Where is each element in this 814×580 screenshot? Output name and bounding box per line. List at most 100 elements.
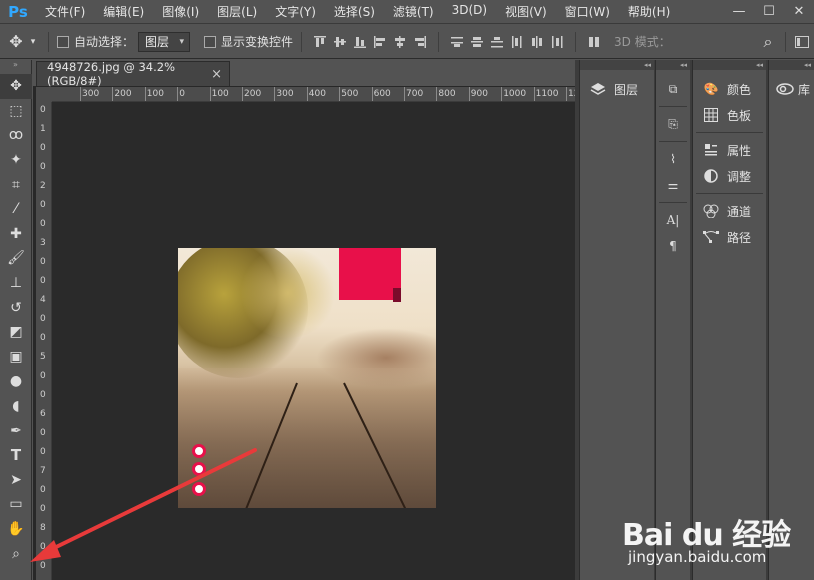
ruler-tick-label: 6: [40, 409, 46, 419]
menu-item[interactable]: 选择(S): [325, 3, 384, 20]
menu-item[interactable]: 窗口(W): [556, 3, 619, 20]
search-icon[interactable]: ⌕: [755, 32, 781, 52]
creative-cloud-icon: [775, 79, 795, 99]
collapse-icon[interactable]: ◂◂: [656, 60, 690, 70]
healing-brush-tool-icon[interactable]: ✚: [0, 222, 32, 247]
distribute-hcenter-icon[interactable]: [527, 32, 547, 52]
distribute-bottom-icon[interactable]: [487, 32, 507, 52]
gradient-tool-icon[interactable]: ▣: [0, 345, 32, 370]
image-wooden-board: [178, 368, 436, 508]
panel-button-channels[interactable]: 通道: [693, 198, 766, 224]
dodge-tool-icon[interactable]: ◖: [0, 394, 32, 419]
ruler-corner[interactable]: [36, 87, 52, 102]
move-tool-icon[interactable]: ✥: [0, 74, 32, 99]
collapse-icon[interactable]: ◂◂: [580, 60, 654, 70]
ruler-tick-label: 100: [146, 89, 164, 99]
ruler-tick-label: 0: [40, 447, 46, 457]
brush-settings-icon[interactable]: ⌇: [656, 146, 690, 172]
menu-bar: Ps 文件(F) 编辑(E) 图像(I) 图层(L) 文字(Y) 选择(S) 滤镜(T) 3D…: [0, 0, 814, 24]
distribute-vcenter-icon[interactable]: [467, 32, 487, 52]
panel-button-layers[interactable]: 图层: [580, 76, 654, 102]
auto-align-icon[interactable]: [584, 32, 604, 52]
clone-source-icon[interactable]: ⚌: [656, 172, 690, 198]
menu-item[interactable]: 文件(F): [36, 3, 94, 20]
close-icon[interactable]: ×: [211, 67, 222, 82]
brush-tool-icon[interactable]: 🖌: [0, 246, 32, 271]
hand-tool-icon[interactable]: ✋: [0, 517, 32, 542]
align-hcenter-icon[interactable]: [390, 32, 410, 52]
vertical-ruler[interactable]: 0 1 0 0 2 0 0 3 0 0 4 0 0 5 0 0 6 0 0 7 0 0 8 0 0: [36, 102, 52, 580]
align-left-icon[interactable]: [370, 32, 390, 52]
minimize-button[interactable]: —: [724, 0, 754, 24]
panel-button-color[interactable]: 🎨 颜色: [693, 76, 766, 102]
clone-stamp-tool-icon[interactable]: ⊥: [0, 271, 32, 296]
panel-button-swatches[interactable]: 色板: [693, 102, 766, 128]
panel-button-paths[interactable]: 路径: [693, 224, 766, 250]
auto-select-checkbox[interactable]: [57, 35, 69, 48]
align-top-icon[interactable]: [310, 32, 330, 52]
align-right-icon[interactable]: [410, 32, 430, 52]
menu-item[interactable]: 图层(L): [208, 3, 266, 20]
distribute-right-icon[interactable]: [547, 32, 567, 52]
magic-wand-tool-icon[interactable]: ✦: [0, 148, 32, 173]
menu-item[interactable]: 图像(I): [153, 3, 208, 20]
divider: [438, 31, 440, 52]
lasso-tool-icon[interactable]: ꝏ: [0, 123, 32, 148]
adjustments-icon: [701, 166, 721, 186]
palette-icon: 🎨: [703, 82, 719, 96]
rectangle-tool-icon[interactable]: ▭: [0, 492, 32, 517]
align-bottom-icon[interactable]: [350, 32, 370, 52]
panel-label: 通道: [727, 204, 752, 219]
history-brush-tool-icon[interactable]: ↺: [0, 295, 32, 320]
paragraph-icon[interactable]: ¶: [656, 233, 690, 259]
collapse-icon[interactable]: »: [0, 60, 31, 74]
zoom-tool-icon[interactable]: ⌕: [0, 541, 32, 566]
show-transform-label: 显示变换控件: [221, 35, 294, 49]
chevron-down-icon[interactable]: ▾: [26, 37, 40, 47]
marquee-tool-icon[interactable]: ⬚: [0, 99, 32, 124]
panel-button-adjustments[interactable]: 调整: [693, 163, 766, 189]
type-tool-icon[interactable]: T: [0, 443, 32, 468]
path-selection-tool-icon[interactable]: ➤: [0, 468, 32, 493]
collapse-icon[interactable]: ◂◂: [769, 60, 814, 70]
workspace-icon[interactable]: [790, 35, 814, 48]
panel-label: 色板: [727, 108, 752, 123]
eyedropper-tool-icon[interactable]: ⁄: [0, 197, 32, 222]
3d-mode-label: 3D 模式：: [614, 35, 671, 49]
blur-tool-icon[interactable]: ●: [0, 369, 32, 394]
brush-presets-icon[interactable]: ⎘: [656, 111, 690, 137]
divider: [696, 132, 763, 133]
document-tab[interactable]: 4948726.jpg @ 34.2%(RGB/8#) ×: [36, 60, 230, 88]
menu-item[interactable]: 滤镜(T): [384, 3, 443, 20]
close-button[interactable]: ✕: [784, 0, 814, 24]
crop-tool-icon[interactable]: ⌗: [0, 172, 32, 197]
pen-tool-icon[interactable]: ✒: [0, 418, 32, 443]
menu-item[interactable]: 帮助(H): [619, 3, 679, 20]
distribute-top-icon[interactable]: [447, 32, 467, 52]
step-marker-circle: [192, 482, 206, 496]
panel-label: 属性: [727, 143, 752, 158]
menu-items: 文件(F) 编辑(E) 图像(I) 图层(L) 文字(Y) 选择(S) 滤镜(T) 3D(D)…: [36, 3, 679, 20]
ruler-tick-mark: [112, 87, 114, 101]
align-vcenter-icon[interactable]: [330, 32, 350, 52]
auto-select-dropdown[interactable]: 图层 ▾: [138, 31, 191, 52]
document-image[interactable]: [178, 248, 436, 508]
ruler-tick-label: 0: [40, 200, 46, 210]
menu-item[interactable]: 视图(V): [496, 3, 556, 20]
character-icon[interactable]: A|: [656, 207, 690, 233]
history-icon[interactable]: ⧉: [656, 76, 690, 102]
ruler-tick-label: 0: [179, 89, 185, 99]
menu-item[interactable]: 编辑(E): [94, 3, 153, 20]
show-transform-checkbox[interactable]: [204, 35, 217, 48]
panel-button-libraries[interactable]: 库: [769, 76, 814, 102]
collapse-icon[interactable]: ◂◂: [693, 60, 766, 70]
auto-select-label: 自动选择：: [74, 35, 135, 49]
distribute-left-icon[interactable]: [507, 32, 527, 52]
eraser-tool-icon[interactable]: ◩: [0, 320, 32, 345]
menu-item[interactable]: 文字(Y): [266, 3, 325, 20]
menu-item[interactable]: 3D(D): [443, 3, 496, 20]
panel-button-properties[interactable]: 属性: [693, 137, 766, 163]
horizontal-ruler[interactable]: 300 200 100 0 100 200 300 400 500 600 700 800 900 100…: [52, 87, 575, 102]
ruler-tick-mark: [436, 87, 438, 101]
maximize-button[interactable]: ☐: [754, 0, 784, 24]
